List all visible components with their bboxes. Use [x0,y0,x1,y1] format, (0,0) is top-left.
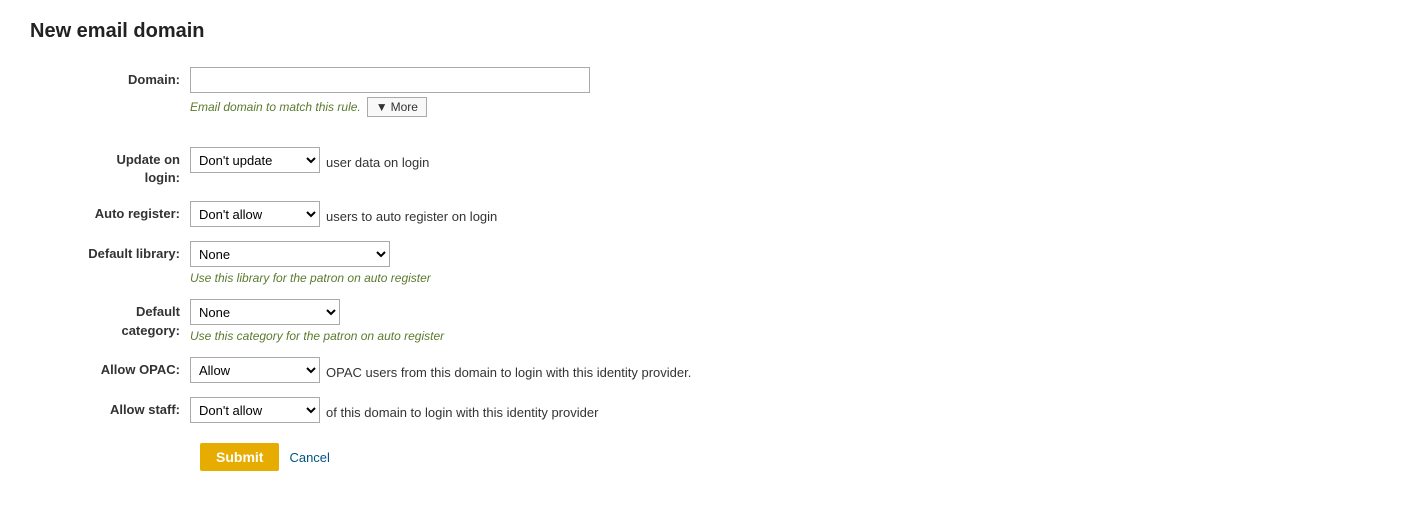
default-library-content: None Use this library for the patron on … [190,241,431,285]
domain-input[interactable] [190,67,590,93]
default-category-input-row: None [190,299,444,325]
update-on-login-input-row: Don't update Update user data on login [190,147,429,173]
domain-row: Domain: Email domain to match this rule.… [50,67,1374,117]
allow-opac-content: Allow Don't allow OPAC users from this d… [190,357,691,383]
allow-opac-suffix: OPAC users from this domain to login wit… [326,361,691,380]
allow-staff-row: Allow staff: Don't allow Allow of this d… [50,397,1374,423]
default-category-hint: Use this category for the patron on auto… [190,329,444,343]
allow-opac-row: Allow OPAC: Allow Don't allow OPAC users… [50,357,1374,383]
default-library-label: Default library: [50,241,190,263]
allow-staff-input-row: Don't allow Allow of this domain to logi… [190,397,598,423]
domain-input-row [190,67,590,93]
allow-staff-select[interactable]: Don't allow Allow [190,397,320,423]
buttons-row: Submit Cancel [200,443,1374,471]
auto-register-select[interactable]: Don't allow Allow [190,201,320,227]
spacer-1 [50,131,1374,147]
default-library-select[interactable]: None [190,241,390,267]
update-on-login-row: Update onlogin: Don't update Update user… [50,147,1374,187]
allow-opac-select[interactable]: Allow Don't allow [190,357,320,383]
domain-hint: Email domain to match this rule. [190,100,361,114]
update-on-login-content: Don't update Update user data on login [190,147,429,173]
domain-label: Domain: [50,67,190,89]
domain-hint-row: Email domain to match this rule. ▼ More [190,97,590,117]
default-category-label: Defaultcategory: [50,299,190,339]
default-category-row: Defaultcategory: None Use this category … [50,299,1374,343]
default-library-hint: Use this library for the patron on auto … [190,271,431,285]
more-button-label: More [391,100,418,114]
allow-opac-label: Allow OPAC: [50,357,190,379]
allow-staff-suffix: of this domain to login with this identi… [326,401,598,420]
form-wrapper: Domain: Email domain to match this rule.… [50,67,1374,471]
default-category-select[interactable]: None [190,299,340,325]
default-library-input-row: None [190,241,431,267]
auto-register-label: Auto register: [50,201,190,223]
update-on-login-select[interactable]: Don't update Update [190,147,320,173]
allow-staff-label: Allow staff: [50,397,190,419]
submit-button[interactable]: Submit [200,443,279,471]
auto-register-input-row: Don't allow Allow users to auto register… [190,201,497,227]
default-library-row: Default library: None Use this library f… [50,241,1374,285]
chevron-down-icon: ▼ [376,100,388,114]
more-button[interactable]: ▼ More [367,97,427,117]
default-category-content: None Use this category for the patron on… [190,299,444,343]
cancel-link[interactable]: Cancel [289,450,329,465]
page-container: New email domain Domain: Email domain to… [0,0,1404,530]
update-on-login-label: Update onlogin: [50,147,190,187]
auto-register-suffix: users to auto register on login [326,205,497,224]
page-title: New email domain [30,20,1374,43]
auto-register-content: Don't allow Allow users to auto register… [190,201,497,227]
domain-content: Email domain to match this rule. ▼ More [190,67,590,117]
auto-register-row: Auto register: Don't allow Allow users t… [50,201,1374,227]
allow-opac-input-row: Allow Don't allow OPAC users from this d… [190,357,691,383]
allow-staff-content: Don't allow Allow of this domain to logi… [190,397,598,423]
update-on-login-suffix: user data on login [326,151,429,170]
